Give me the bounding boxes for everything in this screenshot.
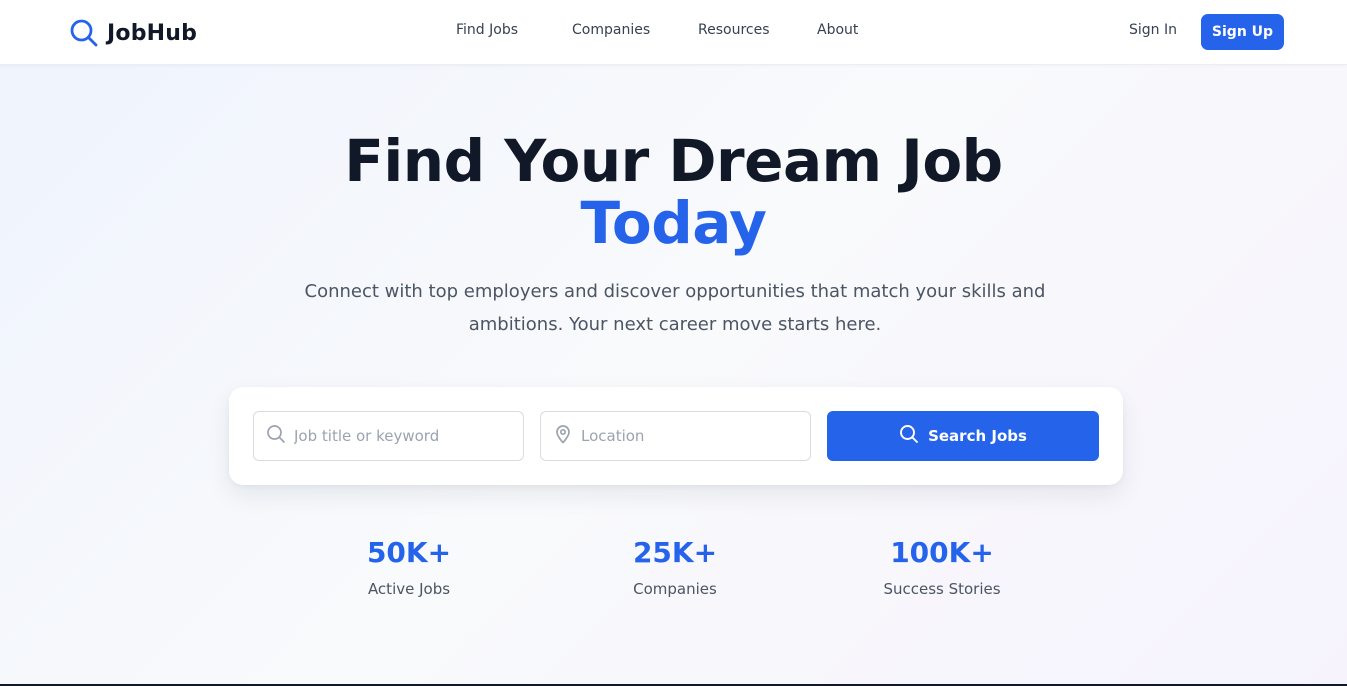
brand-logo[interactable]: JobHub	[69, 16, 197, 50]
nav-link-find-jobs[interactable]: Find Jobs	[456, 22, 518, 38]
nav-link-resources[interactable]: Resources	[698, 22, 770, 38]
job-search-panel: Search Jobs	[229, 387, 1123, 485]
search-icon	[69, 18, 99, 48]
nav-link-companies[interactable]: Companies	[572, 22, 650, 38]
map-pin-icon	[553, 424, 573, 448]
search-jobs-button[interactable]: Search Jobs	[827, 411, 1099, 461]
stat-companies: 25K+ Companies	[575, 536, 775, 598]
keyword-field[interactable]	[253, 411, 524, 461]
location-field[interactable]	[540, 411, 811, 461]
sign-up-button[interactable]: Sign Up	[1201, 14, 1284, 50]
search-icon	[899, 424, 919, 448]
stat-value: 100K+	[890, 536, 994, 569]
hero-title-accent: Today	[580, 189, 767, 257]
nav-link-about[interactable]: About	[817, 22, 858, 38]
keyword-input[interactable]	[294, 427, 494, 445]
location-input[interactable]	[581, 427, 781, 445]
stat-label: Success Stories	[883, 580, 1001, 598]
stat-success-stories: 100K+ Success Stories	[842, 536, 1042, 598]
top-navigation: JobHub Find Jobs Companies Resources Abo…	[0, 0, 1347, 65]
stat-value: 25K+	[632, 536, 718, 569]
stat-active-jobs: 50K+ Active Jobs	[309, 536, 509, 598]
hero-subtitle: Connect with top employers and discover …	[304, 281, 1046, 335]
hero-title: Find Your Dream Job Today	[0, 130, 1347, 254]
hero-title-main: Find Your Dream Job	[344, 127, 1003, 195]
search-icon	[266, 424, 286, 448]
sign-in-link[interactable]: Sign In	[1129, 22, 1177, 38]
brand-name: JobHub	[107, 20, 198, 46]
stat-label: Companies	[633, 580, 717, 598]
stat-value: 50K+	[366, 536, 452, 569]
stat-label: Active Jobs	[367, 580, 451, 598]
search-jobs-label: Search Jobs	[928, 427, 1027, 445]
